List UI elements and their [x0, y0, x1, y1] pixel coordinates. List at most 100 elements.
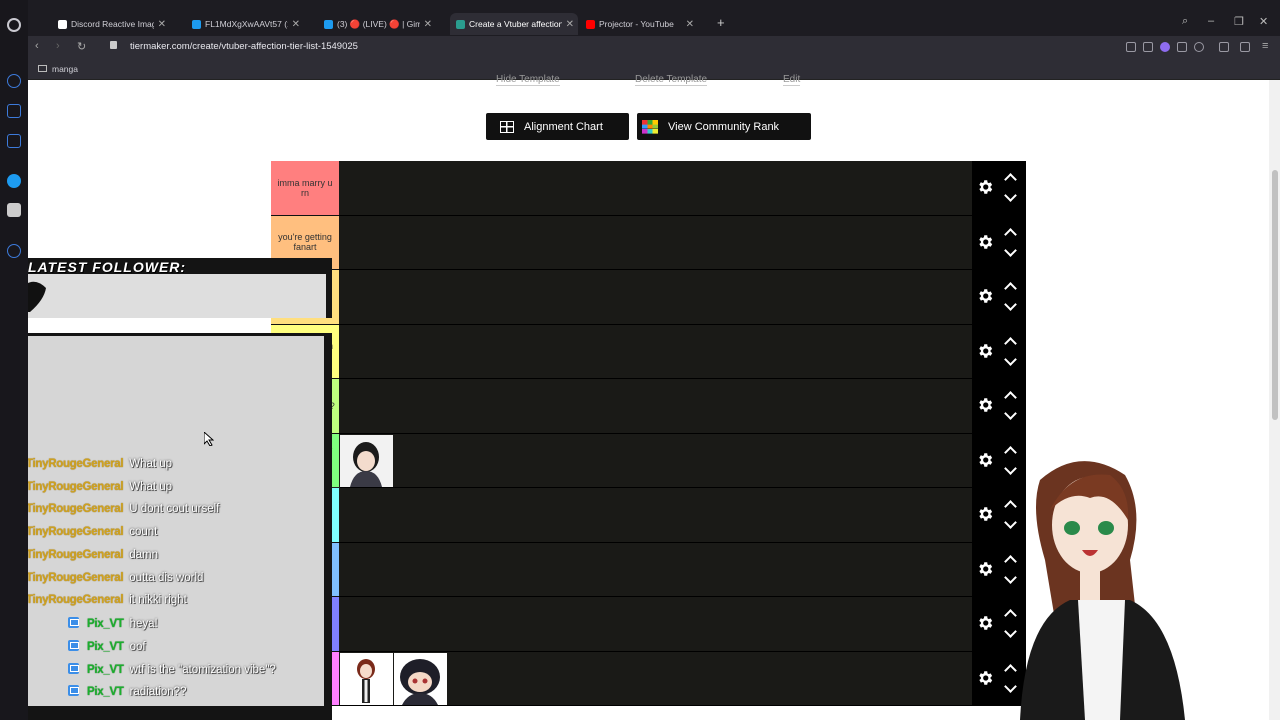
move-up-icon[interactable] — [1004, 282, 1017, 295]
close-tab-icon[interactable]: ✕ — [158, 19, 166, 30]
tier-drop-area[interactable] — [339, 433, 972, 488]
gear-icon[interactable] — [976, 451, 994, 469]
lock-icon — [110, 41, 117, 49]
opera-logo-icon[interactable] — [7, 18, 21, 32]
new-tab-icon[interactable]: + — [717, 15, 725, 30]
close-tab-icon[interactable]: ✕ — [686, 19, 694, 30]
view-community-rank-button[interactable]: View Community Rank — [637, 113, 811, 140]
close-window-icon[interactable]: ✕ — [1259, 15, 1268, 28]
tier-row: you're getting fanart — [271, 215, 1026, 270]
tab-label: Create a Vtuber affection T — [469, 19, 562, 29]
chat-badge-icon — [68, 640, 79, 651]
tier-controls — [972, 379, 1026, 434]
tier-drop-area[interactable] — [339, 161, 972, 216]
browser-tab[interactable]: Discord Reactive Images ✕ — [52, 13, 170, 35]
tier-controls — [972, 324, 1026, 379]
bag-icon[interactable] — [7, 104, 21, 118]
tier-item-image[interactable] — [394, 652, 447, 705]
tier-drop-area[interactable] — [339, 324, 972, 379]
menu-icon[interactable]: ≡ — [1262, 40, 1268, 52]
close-tab-icon[interactable]: ✕ — [566, 19, 574, 30]
tier-drop-area[interactable] — [339, 379, 972, 434]
tier-drop-area[interactable] — [339, 542, 972, 597]
browser-tab[interactable]: Create a Vtuber affection T ✕ — [450, 13, 578, 35]
camera-icon[interactable] — [1143, 42, 1153, 52]
close-tab-icon[interactable]: ✕ — [292, 19, 300, 30]
tier-drop-area[interactable] — [339, 488, 972, 543]
maximize-icon[interactable]: ❐ — [1234, 15, 1244, 28]
delete-template-link[interactable]: Delete Template — [635, 74, 708, 86]
grid-icon — [500, 120, 514, 133]
tier-drop-area[interactable] — [339, 651, 972, 706]
page-scrollbar[interactable] — [1269, 80, 1280, 720]
discord-icon[interactable] — [7, 203, 21, 217]
move-down-icon[interactable] — [1004, 243, 1017, 257]
twitter-icon[interactable] — [7, 174, 21, 188]
alignment-chart-button[interactable]: Alignment Chart — [486, 113, 629, 140]
tier-row: if I hug you im not letting go — [271, 324, 1026, 379]
chat-badge-icon — [68, 663, 79, 674]
tier-drop-area[interactable] — [339, 270, 972, 325]
forward-icon[interactable]: › — [56, 40, 60, 52]
close-tab-icon[interactable]: ✕ — [424, 19, 432, 30]
chat-text: oof — [129, 641, 146, 653]
chat-username: TinyRougeGeneral — [26, 526, 124, 538]
gear-icon[interactable] — [976, 233, 994, 251]
gear-icon[interactable] — [976, 505, 994, 523]
minimize-icon[interactable]: – — [1208, 15, 1214, 27]
tier-drop-area[interactable] — [339, 597, 972, 652]
vpn-icon[interactable] — [1160, 42, 1170, 52]
chat-text: What up — [129, 481, 173, 493]
chat-username: TinyRougeGeneral — [26, 458, 124, 470]
chat-username: Pix_VT — [87, 664, 124, 676]
share-icon[interactable] — [1126, 42, 1136, 52]
chat-message: Pix_VT heya! — [68, 617, 158, 630]
twitch-icon[interactable] — [7, 134, 21, 148]
gear-icon[interactable] — [976, 669, 994, 687]
tier-item-image[interactable] — [340, 652, 393, 705]
browser-tab[interactable]: (3) 🔴 (LIVE) 🔴 | Gimmik ✕ — [318, 13, 436, 35]
move-down-icon[interactable] — [1004, 298, 1017, 311]
tier-row: kiss on the cheek — [270, 487, 1026, 544]
chat-text: it nikki right — [129, 594, 187, 606]
move-up-icon[interactable] — [1004, 227, 1017, 241]
move-up-icon[interactable] — [1004, 173, 1017, 186]
scrollbar-thumb[interactable] — [1272, 170, 1278, 420]
gear-icon[interactable] — [976, 178, 994, 196]
tab-favicon-icon — [58, 19, 67, 29]
play-icon[interactable] — [1177, 42, 1187, 52]
latest-follower-panel: LATEST FOLLOWER: — [0, 258, 332, 318]
move-down-icon[interactable] — [1004, 352, 1017, 366]
reload-icon[interactable]: ↻ — [77, 40, 86, 53]
bookmark-manga[interactable]: manga — [52, 64, 78, 74]
move-up-icon[interactable] — [1004, 391, 1017, 404]
browser-tab[interactable]: Projector - YouTube ✕ — [580, 13, 698, 35]
gear-icon[interactable] — [976, 396, 994, 414]
speed-dial-icon[interactable] — [7, 74, 21, 88]
extensions-icon[interactable] — [1219, 42, 1229, 52]
browser-tab[interactable]: FL1MdXgXwAAVt57 (1536 ✕ — [186, 13, 304, 35]
move-up-icon[interactable] — [1004, 336, 1017, 350]
move-down-icon[interactable] — [1004, 407, 1017, 420]
download-icon[interactable] — [1240, 42, 1250, 52]
gear-icon[interactable] — [976, 560, 994, 578]
tier-label[interactable]: imma marry u rn — [271, 161, 339, 216]
tier-row: Collab when?? — [271, 379, 1026, 434]
gear-icon[interactable] — [976, 614, 994, 632]
url-field[interactable]: tiermaker.com/create/vtuber-affection-ti… — [130, 41, 358, 52]
chat-text: U dont cout urself — [129, 503, 220, 515]
chat-message: TinyRougeGeneral What up — [26, 481, 172, 493]
gear-icon[interactable] — [976, 287, 994, 305]
back-icon[interactable]: ‹ — [35, 40, 39, 52]
edit-link[interactable]: Edit — [783, 74, 801, 86]
chat-message: TinyRougeGeneral count — [26, 526, 157, 538]
tier-drop-area[interactable] — [339, 215, 972, 270]
history-icon[interactable] — [7, 244, 21, 258]
heart-icon[interactable] — [1194, 42, 1204, 52]
chat-username: TinyRougeGeneral — [26, 594, 124, 606]
move-down-icon[interactable] — [1004, 189, 1017, 202]
gear-icon[interactable] — [976, 342, 994, 360]
search-tabs-icon[interactable]: ⌕ — [1182, 15, 1188, 28]
hide-template-link[interactable]: Hide Template — [496, 74, 560, 86]
tier-item-image[interactable] — [340, 434, 393, 487]
